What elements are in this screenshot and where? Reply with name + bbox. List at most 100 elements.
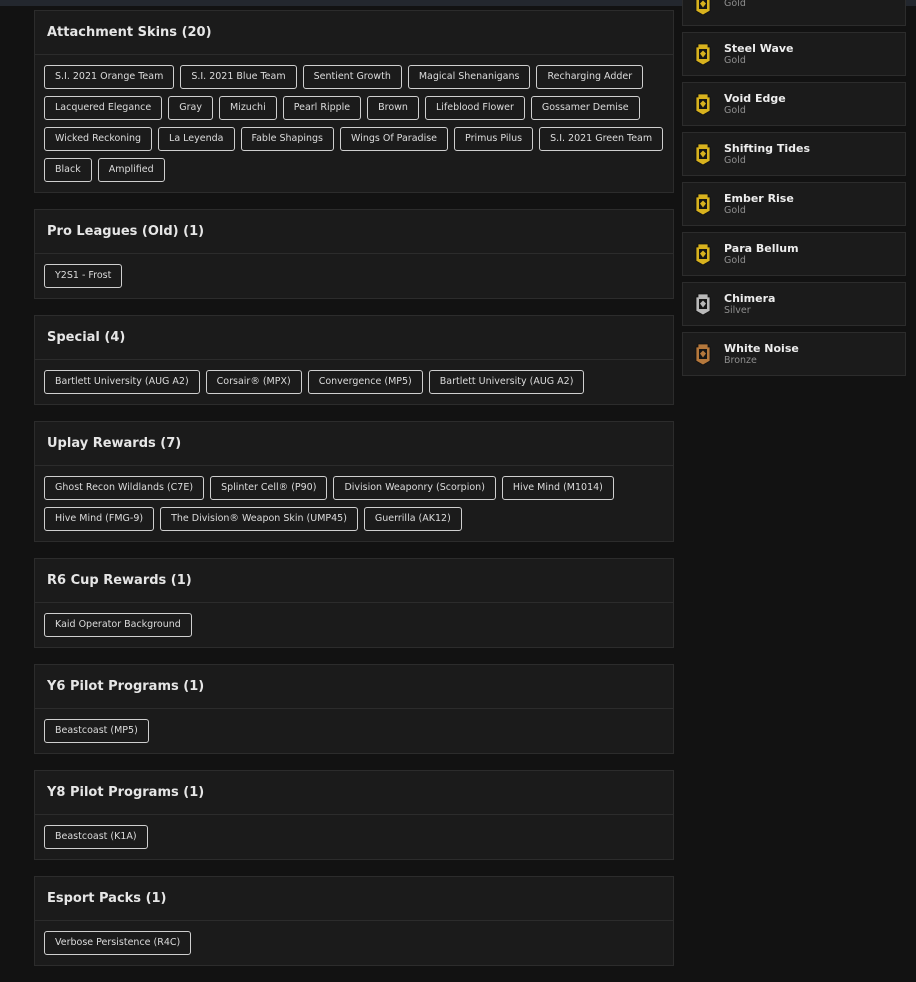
item-tag[interactable]: Corsair® (MPX) xyxy=(205,370,302,394)
charm-tier: Gold xyxy=(724,54,746,66)
charm-text: Ember Rise Gold xyxy=(724,192,794,217)
charm-text: White Noise Bronze xyxy=(724,342,799,367)
section-tags: Y2S1 - Frost xyxy=(35,254,673,298)
charm-card[interactable]: Gold xyxy=(682,0,906,26)
charm-name: Chimera xyxy=(724,291,776,305)
charm-name: Void Edge xyxy=(724,91,786,105)
item-tag[interactable]: Mizuchi xyxy=(218,96,277,120)
charm-text: Steel Wave Gold xyxy=(724,42,794,67)
item-tag[interactable]: Hive Mind (M1014) xyxy=(501,476,614,500)
item-tag[interactable]: Black xyxy=(44,158,92,182)
charm-tier: Gold xyxy=(724,0,746,9)
collections-column: Attachment Skins (20) S.I. 2021 Orange Te… xyxy=(34,10,674,982)
item-tag[interactable]: The Division® Weapon Skin (UMP45) xyxy=(160,507,358,531)
item-tag[interactable]: S.I. 2021 Blue Team xyxy=(180,65,297,89)
item-tag[interactable]: Beastcoast (K1A) xyxy=(44,825,148,849)
item-tag[interactable]: Pearl Ripple xyxy=(282,96,362,120)
section-title: Uplay Rewards (7) xyxy=(35,422,673,466)
charm-tier: Gold xyxy=(724,254,746,266)
charm-text: Chimera Silver xyxy=(724,292,775,317)
item-tag[interactable]: Beastcoast (MP5) xyxy=(44,719,149,743)
charm-card[interactable]: Steel Wave Gold xyxy=(682,32,906,76)
charm-tier: Gold xyxy=(724,104,746,116)
gold-charm-icon xyxy=(695,242,711,266)
charms-column: Gold Steel Wave Gold Void Edge Gold Shifting … xyxy=(682,0,906,382)
charm-text: Gold xyxy=(724,0,746,10)
charm-name: Para Bellum xyxy=(724,241,799,255)
charm-card[interactable]: White Noise Bronze xyxy=(682,332,906,376)
section-title: Y8 Pilot Programs (1) xyxy=(35,771,673,815)
item-tag[interactable]: Splinter Cell® (P90) xyxy=(210,476,328,500)
section-tags: Kaid Operator Background xyxy=(35,603,673,647)
collection-section: R6 Cup Rewards (1) Kaid Operator Backgrou… xyxy=(34,558,674,648)
item-tag[interactable]: Brown xyxy=(367,96,419,120)
item-tag[interactable]: Gossamer Demise xyxy=(530,96,640,120)
charm-tier: Bronze xyxy=(724,354,757,366)
section-title: Pro Leagues (Old) (1) xyxy=(35,210,673,254)
section-title: Attachment Skins (20) xyxy=(35,11,673,55)
item-tag[interactable]: Gray xyxy=(168,96,213,120)
item-tag[interactable]: Primus Pilus xyxy=(454,127,534,151)
section-tags: S.I. 2021 Orange Team S.I. 2021 Blue Team… xyxy=(35,55,673,192)
charm-card[interactable]: Shifting Tides Gold xyxy=(682,132,906,176)
collection-section: Y6 Pilot Programs (1) Beastcoast (MP5) xyxy=(34,664,674,754)
section-tags: Bartlett University (AUG A2) Corsair® (MP… xyxy=(35,360,673,404)
section-title: Esport Packs (1) xyxy=(35,877,673,921)
collection-section: Special (4) Bartlett University (AUG A2) C… xyxy=(34,315,674,405)
bronze-charm-icon xyxy=(695,342,711,366)
charm-name: Shifting Tides xyxy=(724,141,811,155)
section-title: R6 Cup Rewards (1) xyxy=(35,559,673,603)
item-tag[interactable]: Verbose Persistence (R4C) xyxy=(44,931,192,955)
item-tag[interactable]: Convergence (MP5) xyxy=(307,370,423,394)
collection-section: Pro Leagues (Old) (1) Y2S1 - Frost xyxy=(34,209,674,299)
item-tag[interactable]: Kaid Operator Background xyxy=(44,613,192,637)
gold-charm-icon xyxy=(695,0,711,16)
charm-tier: Gold xyxy=(724,154,746,166)
charm-text: Void Edge Gold xyxy=(724,92,786,117)
item-tag[interactable]: La Leyenda xyxy=(158,127,235,151)
item-tag[interactable]: Magical Shenanigans xyxy=(407,65,531,89)
charm-card[interactable]: Void Edge Gold xyxy=(682,82,906,126)
section-tags: Beastcoast (MP5) xyxy=(35,709,673,753)
section-tags: Ghost Recon Wildlands (C7E) Splinter Cell… xyxy=(35,466,673,541)
item-tag[interactable]: Lacquered Elegance xyxy=(44,96,163,120)
item-tag[interactable]: Recharging Adder xyxy=(536,65,644,89)
item-tag[interactable]: Wings Of Paradise xyxy=(340,127,449,151)
charm-text: Para Bellum Gold xyxy=(724,242,799,267)
item-tag[interactable]: Division Weaponry (Scorpion) xyxy=(333,476,496,500)
silver-charm-icon xyxy=(695,292,711,316)
gold-charm-icon xyxy=(695,92,711,116)
collection-section: Esport Packs (1) Verbose Persistence (R4C… xyxy=(34,876,674,966)
item-tag[interactable]: Sentient Growth xyxy=(302,65,402,89)
collection-section: Uplay Rewards (7) Ghost Recon Wildlands (… xyxy=(34,421,674,542)
item-tag[interactable]: Amplified xyxy=(97,158,165,182)
charm-name: Ember Rise xyxy=(724,191,794,205)
charm-card[interactable]: Ember Rise Gold xyxy=(682,182,906,226)
collection-section: Attachment Skins (20) S.I. 2021 Orange Te… xyxy=(34,10,674,193)
collection-section: Y8 Pilot Programs (1) Beastcoast (K1A) xyxy=(34,770,674,860)
item-tag[interactable]: Wicked Reckoning xyxy=(44,127,153,151)
charm-tier: Gold xyxy=(724,204,746,216)
item-tag[interactable]: Guerrilla (AK12) xyxy=(363,507,462,531)
charm-card[interactable]: Para Bellum Gold xyxy=(682,232,906,276)
gold-charm-icon xyxy=(695,142,711,166)
item-tag[interactable]: Y2S1 - Frost xyxy=(44,264,123,288)
item-tag[interactable]: Lifeblood Flower xyxy=(424,96,525,120)
section-tags: Verbose Persistence (R4C) xyxy=(35,921,673,965)
item-tag[interactable]: Ghost Recon Wildlands (C7E) xyxy=(44,476,205,500)
charm-text: Shifting Tides Gold xyxy=(724,142,810,167)
section-tags: Beastcoast (K1A) xyxy=(35,815,673,859)
charm-name: Steel Wave xyxy=(724,41,794,55)
charm-card[interactable]: Chimera Silver xyxy=(682,282,906,326)
charm-tier: Silver xyxy=(724,304,751,316)
item-tag[interactable]: Fable Shapings xyxy=(240,127,334,151)
section-title: Special (4) xyxy=(35,316,673,360)
item-tag[interactable]: Hive Mind (FMG-9) xyxy=(44,507,155,531)
item-tag[interactable]: Bartlett University (AUG A2) xyxy=(44,370,200,394)
item-tag[interactable]: Bartlett University (AUG A2) xyxy=(428,370,585,394)
item-tag[interactable]: S.I. 2021 Orange Team xyxy=(44,65,175,89)
charm-name: White Noise xyxy=(724,341,799,355)
gold-charm-icon xyxy=(695,42,711,66)
item-tag[interactable]: S.I. 2021 Green Team xyxy=(539,127,664,151)
section-title: Y6 Pilot Programs (1) xyxy=(35,665,673,709)
